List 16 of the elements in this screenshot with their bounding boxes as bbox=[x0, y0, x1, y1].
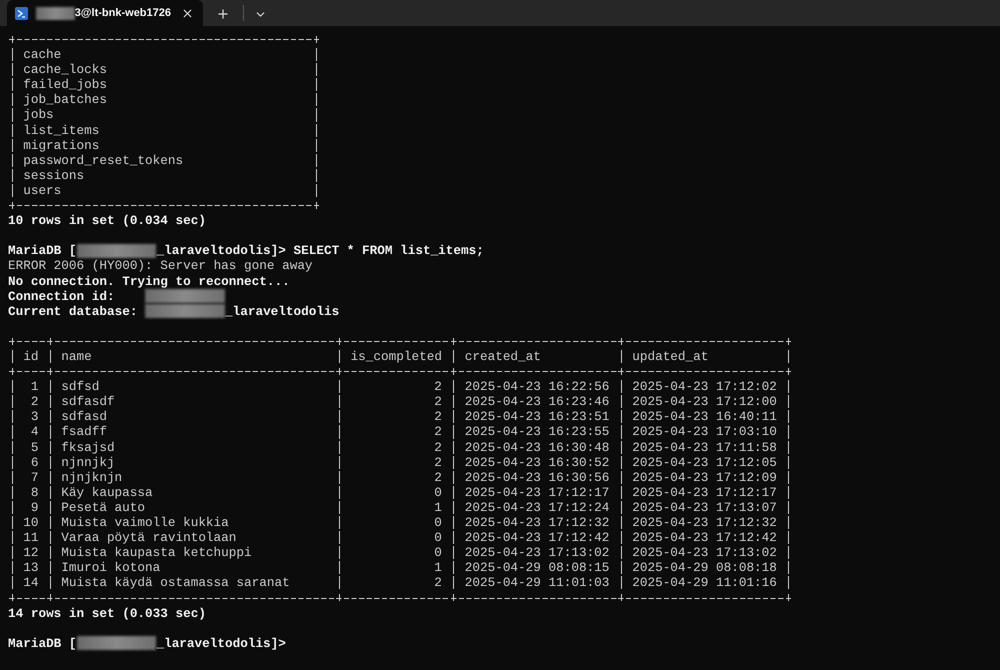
terminal-text: 14 rows in set (0.033 sec) bbox=[8, 606, 206, 621]
tab-title: 3@lt-bnk-web1726 bbox=[74, 7, 171, 19]
close-icon[interactable] bbox=[180, 6, 194, 20]
terminal-text: _laraveltodolis bbox=[225, 304, 340, 319]
plus-icon[interactable] bbox=[216, 7, 230, 21]
terminal-text: Connection id: bbox=[8, 288, 116, 304]
terminal-text: MariaDB [ bbox=[8, 243, 77, 258]
powershell-icon bbox=[15, 6, 28, 20]
terminal-text: MariaDB [ bbox=[8, 636, 77, 651]
terminal-text: 10 rows in set (0.034 sec) bbox=[8, 213, 206, 228]
terminal-text: _laraveltodolis]> bbox=[156, 636, 286, 651]
terminal-text: _laraveltodolis]> SELECT * FROM list_items; bbox=[156, 243, 484, 258]
terminal-text: ERROR 2006 (HY000): Server has gone away bbox=[8, 258, 313, 274]
terminal-tab[interactable]: 3@lt-bnk-web1726 bbox=[7, 0, 203, 26]
terminal-text: No connection. Trying to reconnect... bbox=[8, 274, 290, 289]
terminal-text: Current database: bbox=[8, 304, 138, 319]
